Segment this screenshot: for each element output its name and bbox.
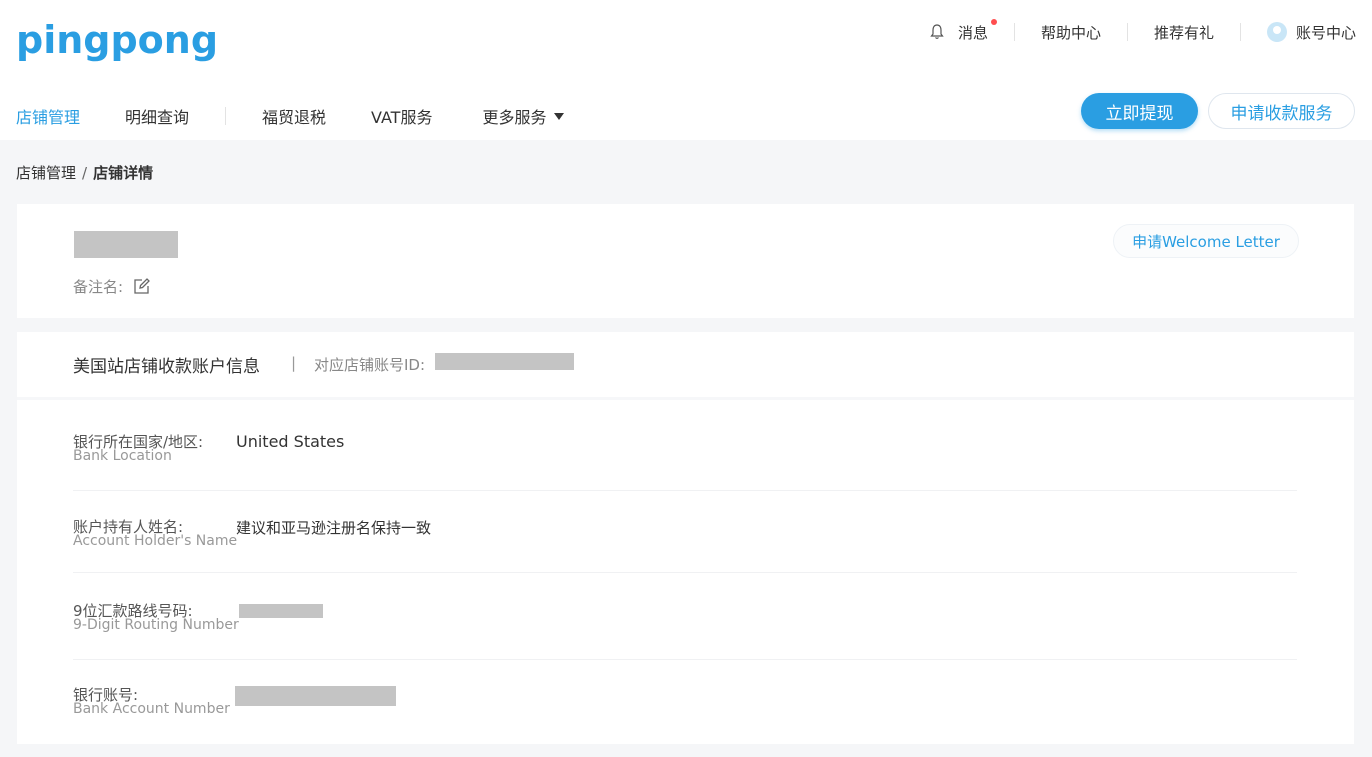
info-row-bank-account: 银行账号: Bank Account Number [73, 660, 1297, 744]
utility-nav: 消息 帮助中心 推荐有礼 账号中心 [930, 18, 1356, 44]
apply-service-button[interactable]: 申请收款服务 [1208, 93, 1355, 129]
title-divider: | [291, 354, 297, 372]
breadcrumb-parent[interactable]: 店铺管理 [16, 164, 76, 182]
account-center-link[interactable]: 账号中心 [1266, 22, 1356, 43]
divider [225, 107, 227, 125]
nav-item-more-services[interactable]: 更多服务 [482, 104, 565, 128]
help-center-label: 帮助中心 [1040, 23, 1101, 42]
info-row-account-holder: 账户持有人姓名: Account Holder's Name 建议和亚马逊注册名… [73, 491, 1297, 573]
breadcrumb-current: 店铺详情 [93, 164, 154, 182]
withdraw-button[interactable]: 立即提现 [1081, 93, 1198, 129]
account-card-title: 美国站店铺收款账户信息 [73, 357, 260, 377]
nav-item-detail-query[interactable]: 明细查询 [125, 104, 189, 128]
caret-down-icon [554, 113, 565, 120]
referral-link[interactable]: 推荐有礼 [1154, 22, 1214, 43]
breadcrumb: 店铺管理 / 店铺详情 [16, 162, 153, 183]
nav-item-tax-refund[interactable]: 福贸退税 [262, 104, 326, 128]
user-avatar-icon [1266, 22, 1287, 42]
bell-icon [930, 24, 944, 39]
info-row-routing-number: 9位汇款路线号码: 9-Digit Routing Number [73, 573, 1297, 660]
info-row-bank-location: 银行所在国家/地区: Bank Location United States [73, 403, 1297, 491]
referral-label: 推荐有礼 [1153, 23, 1214, 42]
divider [1126, 23, 1128, 41]
bank-location-label-en: Bank Location [73, 448, 172, 464]
account-holder-value: 建议和亚马逊注册名保持一致 [236, 519, 432, 537]
shop-id-label: 对应店铺账号ID: [314, 356, 426, 374]
redacted-shop-id [435, 353, 574, 370]
welcome-letter-button[interactable]: 申请Welcome Letter [1113, 224, 1299, 258]
account-center-label: 账号中心 [1295, 23, 1356, 42]
bank-account-label-en: Bank Account Number [73, 701, 230, 717]
routing-number-label-en: 9-Digit Routing Number [73, 617, 239, 633]
unread-dot [990, 18, 997, 25]
messages-link[interactable]: 消息 [930, 18, 997, 43]
messages-label: 消息 [957, 23, 988, 42]
redacted-bank-account [235, 686, 396, 706]
pingpong-logo[interactable]: pingpong [16, 18, 218, 62]
divider [1239, 23, 1241, 41]
breadcrumb-separator: / [82, 164, 88, 182]
account-holder-label-en: Account Holder's Name [73, 533, 238, 549]
help-center-link[interactable]: 帮助中心 [1041, 22, 1101, 43]
remark-label: 备注名: [73, 278, 124, 296]
divider [1013, 23, 1015, 41]
account-info-card: 美国站店铺收款账户信息 | 对应店铺账号ID: 银行所在国家/地区: Bank … [17, 332, 1354, 744]
main-nav: 店铺管理 明细查询 福贸退税 VAT服务 更多服务 [16, 104, 565, 128]
redacted-shop-name [74, 231, 178, 258]
edit-icon[interactable] [133, 278, 150, 295]
redacted-routing-number [239, 604, 323, 618]
more-services-label: 更多服务 [482, 108, 547, 127]
account-card-header: 美国站店铺收款账户信息 | 对应店铺账号ID: [17, 332, 1354, 400]
top-header: pingpong 消息 帮助中心 推荐有礼 账号中心 店铺管理 明细查询 福贸退… [0, 0, 1372, 140]
nav-item-vat-service[interactable]: VAT服务 [371, 104, 432, 128]
remark-row: 备注名: [73, 276, 150, 297]
shop-summary-card: 备注名: 申请Welcome Letter [17, 204, 1354, 318]
nav-item-shop-management[interactable]: 店铺管理 [16, 104, 80, 128]
bank-location-value: United States [236, 432, 345, 451]
